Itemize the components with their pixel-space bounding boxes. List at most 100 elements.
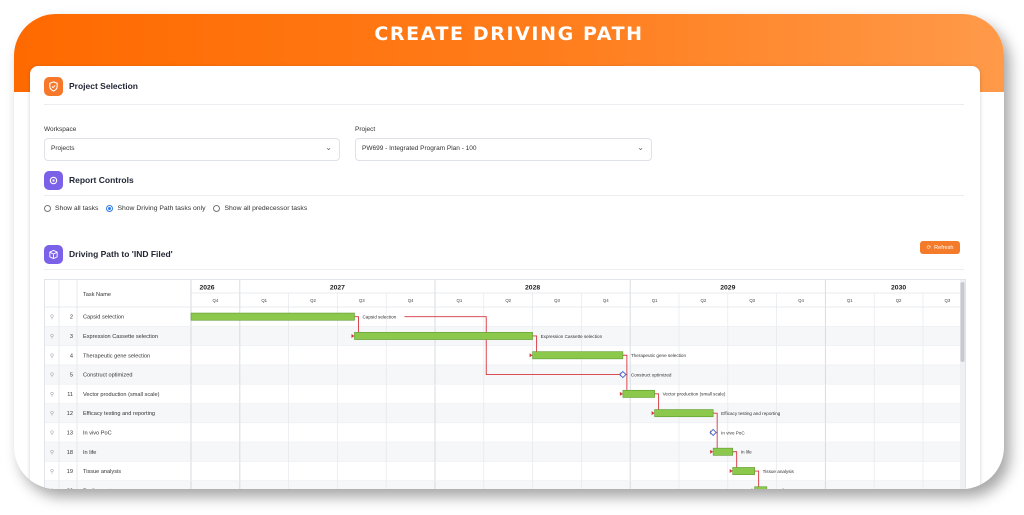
gantt-canvas: 2026 2027 2028 2029 2030 Q4 Q1 Q2 Q3 Q4 Q1 Q2 Q3 Q4 Q1…: [45, 280, 965, 489]
refresh-button[interactable]: ⟳ Refresh: [920, 241, 960, 254]
scrollbar-thumb[interactable]: [960, 282, 965, 362]
task-name: Therapeutic gene selection: [83, 353, 150, 359]
task-bar[interactable]: [754, 486, 768, 489]
task-bar[interactable]: [622, 389, 655, 398]
task-name: Tissue analysis: [83, 469, 121, 475]
attachment-icon: ⚲: [50, 352, 54, 359]
radio-button[interactable]: [44, 205, 51, 212]
attachment-icon: ⚲: [50, 333, 54, 340]
bar-label: Efficacy testing and reporting: [721, 411, 781, 416]
task-id: 3: [70, 334, 73, 340]
year-label: 2027: [330, 285, 345, 292]
divider: [44, 195, 964, 196]
attachment-icon: ⚲: [50, 372, 54, 379]
task-id: 18: [67, 450, 73, 456]
divider: [44, 104, 964, 105]
task-id: 13: [67, 430, 73, 436]
bar-label: Therapeutic gene selection: [631, 353, 687, 358]
quarter-label: Q1: [457, 298, 463, 303]
sliders-icon: [44, 170, 63, 190]
quarter-label: Q2: [505, 298, 511, 303]
task-id: 11: [67, 392, 73, 398]
task-name: Draft report: [83, 488, 112, 489]
task-bar[interactable]: [190, 312, 355, 321]
bar-label: In vivo PoC: [721, 430, 745, 435]
task-name: Construct optimized: [83, 373, 132, 379]
quarter-label: Q4: [603, 298, 609, 303]
milestone-marker[interactable]: [709, 428, 717, 437]
attachment-icon: ⚲: [50, 429, 54, 436]
task-id: 12: [67, 411, 73, 417]
driving-path-title: Driving Path to 'IND Filed': [69, 249, 173, 259]
radio-label: Show all predecessor tasks: [224, 205, 308, 212]
year-label: 2028: [525, 285, 540, 292]
task-bar[interactable]: [532, 351, 624, 360]
row-stripe: [45, 442, 965, 462]
attachment-icon: ⚲: [50, 449, 54, 456]
task-id: 20: [67, 488, 73, 489]
bar-label: Draft report: [775, 488, 799, 489]
project-select[interactable]: PW699 - Integrated Program Plan - 100 ⌄: [355, 138, 652, 161]
row-stripe: [45, 480, 965, 489]
report-controls-header: Report Controls: [44, 169, 134, 191]
year-label: 2029: [720, 285, 735, 292]
radio-show-all-tasks[interactable]: Show all tasks: [44, 205, 98, 212]
workspace-select-value: Projects: [51, 145, 75, 152]
workspace-label: Workspace: [44, 126, 77, 133]
attachment-icon: ⚲: [50, 391, 54, 398]
task-bar[interactable]: [354, 332, 533, 340]
radio-show-predecessors[interactable]: Show all predecessor tasks: [213, 205, 307, 212]
report-mode-radio-group: Show all tasks Show Driving Path tasks o…: [44, 205, 315, 212]
project-selection-header: Project Selection: [44, 75, 138, 97]
bar-label: Expression Cassette selection: [541, 334, 603, 339]
dependency-arrow: [619, 391, 623, 396]
project-selection-title: Project Selection: [69, 81, 138, 91]
radio-label: Show all tasks: [55, 205, 99, 212]
row-stripe: [45, 403, 965, 423]
quarter-label: Q2: [896, 298, 902, 303]
refresh-label: Refresh: [934, 244, 954, 251]
task-bar[interactable]: [654, 409, 714, 418]
bar-label: Capsid selection: [362, 314, 396, 319]
dependency-arrow: [529, 353, 533, 358]
task-name: In vivo PoC: [83, 430, 112, 436]
quarter-label: Q4: [798, 298, 804, 303]
project-select-value: PW699 - Integrated Program Plan - 100: [362, 145, 477, 152]
task-name: In life: [83, 450, 96, 456]
radio-button[interactable]: [213, 205, 221, 212]
quarter-label: Q3: [945, 298, 951, 303]
quarter-label: Q3: [749, 298, 755, 303]
bar-label: In life: [741, 450, 752, 455]
radio-label: Show Driving Path tasks only: [117, 205, 206, 212]
bar-label: Construct optimized: [631, 372, 672, 377]
bar-label: Vector production (small scale): [663, 392, 726, 397]
radio-show-driving-path[interactable]: Show Driving Path tasks only: [106, 205, 205, 212]
year-label: 2026: [199, 285, 214, 292]
task-bar[interactable]: [732, 467, 755, 475]
attachment-icon: ⚲: [50, 468, 54, 475]
year-label: 2030: [891, 285, 906, 292]
cube-icon: [44, 244, 63, 264]
quarter-label: Q1: [847, 298, 853, 303]
radio-button-selected[interactable]: [106, 205, 114, 212]
task-name: Expression Cassette selection: [83, 334, 158, 340]
task-name-header: Task Name: [83, 292, 111, 298]
task-id: 4: [70, 353, 73, 359]
quarter-label: Q3: [554, 298, 560, 303]
task-name: Vector production (small scale): [83, 392, 160, 398]
bar-label: Tissue analysis: [763, 469, 795, 474]
workspace-select[interactable]: Projects ⌄: [44, 138, 340, 161]
report-controls-title: Report Controls: [69, 175, 134, 185]
task-id: 2: [70, 315, 73, 321]
quarter-label: Q2: [310, 298, 316, 303]
driving-path-header: Driving Path to 'IND Filed': [44, 243, 173, 265]
quarter-label: Q1: [261, 298, 267, 303]
task-bar[interactable]: [712, 447, 733, 456]
quarter-label: Q2: [701, 298, 707, 303]
app-frame: CREATE DRIVING PATH Project Selection Wo…: [14, 14, 1004, 489]
chevron-down-icon: ⌄: [637, 143, 644, 152]
attachment-icon: ⚲: [50, 314, 54, 321]
dependency-arrow: [729, 469, 733, 474]
task-name: Efficacy testing and reporting: [83, 411, 155, 417]
chevron-down-icon: ⌄: [325, 143, 332, 152]
